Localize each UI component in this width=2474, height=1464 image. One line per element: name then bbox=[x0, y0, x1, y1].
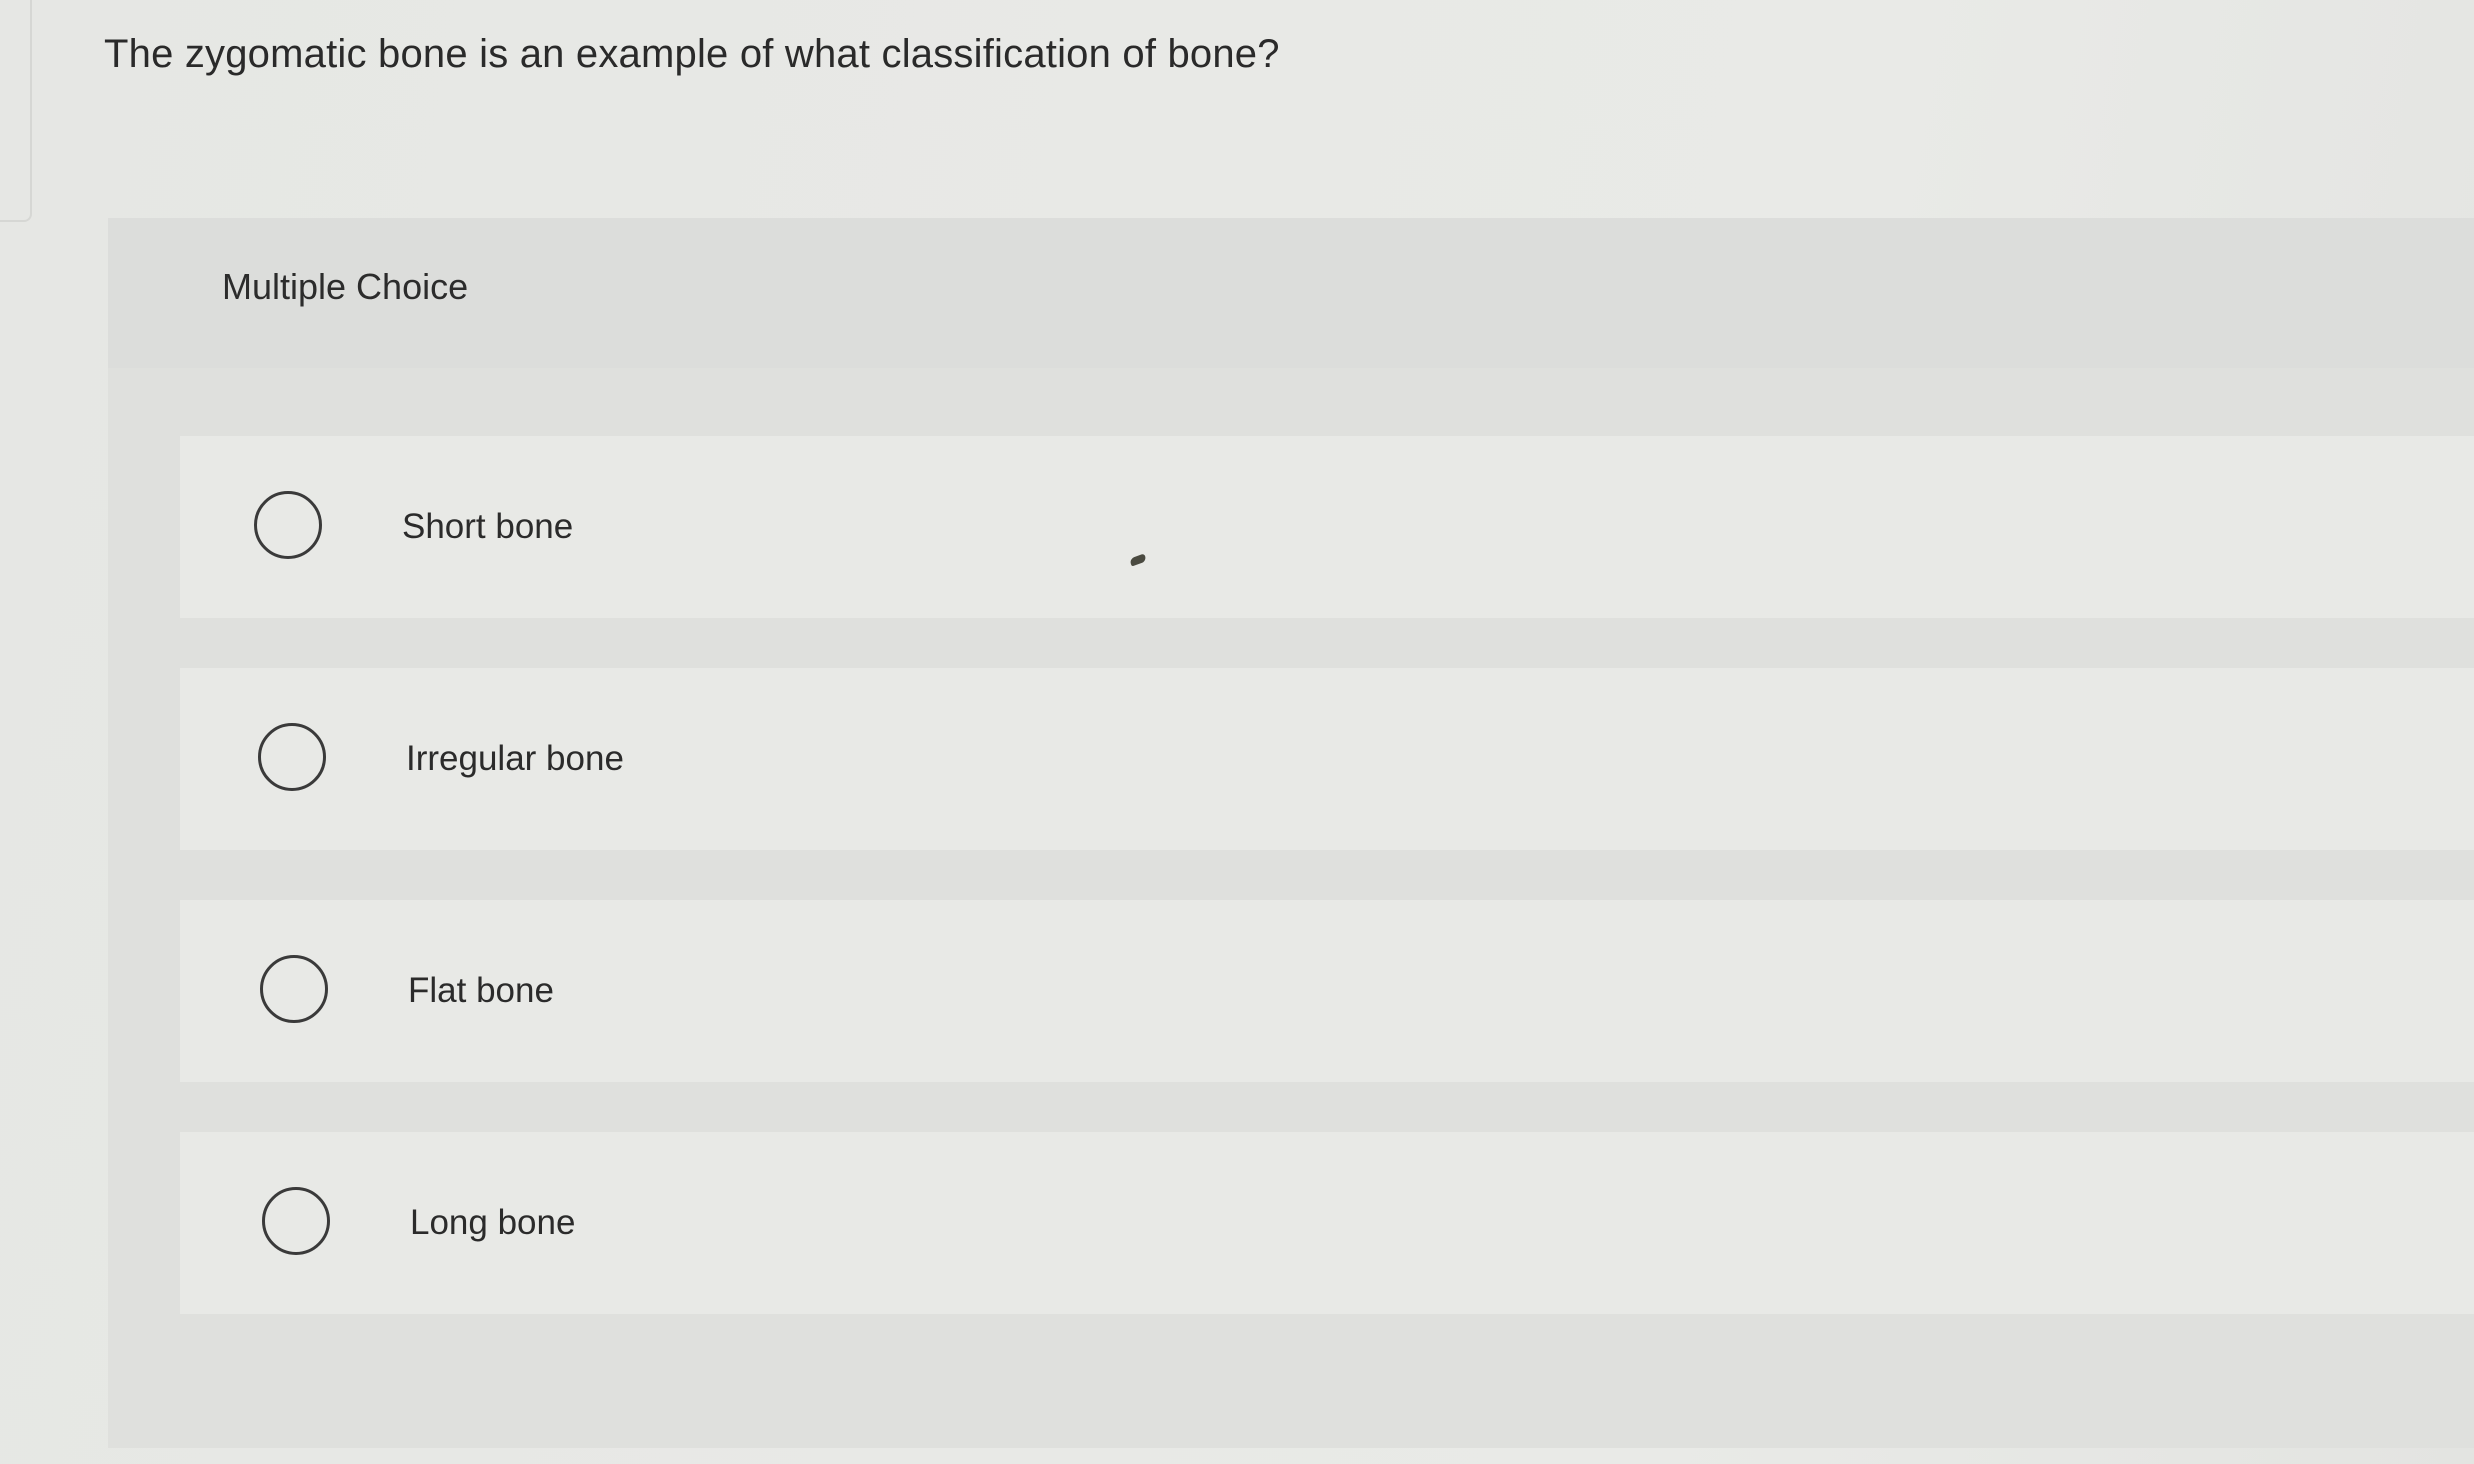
radio-button[interactable] bbox=[260, 955, 328, 1023]
page: The zygomatic bone is an example of what… bbox=[0, 0, 2474, 1464]
answer-option-irregular-bone[interactable]: Irregular bone bbox=[180, 668, 2474, 850]
question-text: The zygomatic bone is an example of what… bbox=[104, 32, 1280, 76]
answer-option-short-bone[interactable]: Short bone bbox=[180, 436, 2474, 618]
left-panel-edge bbox=[0, 0, 32, 222]
radio-button[interactable] bbox=[254, 491, 322, 559]
option-label: Long bone bbox=[410, 1203, 576, 1242]
multiple-choice-header: Multiple Choice bbox=[108, 218, 2474, 368]
option-label: Short bone bbox=[402, 507, 574, 546]
radio-button[interactable] bbox=[262, 1187, 330, 1255]
radio-button[interactable] bbox=[258, 723, 326, 791]
multiple-choice-label: Multiple Choice bbox=[222, 266, 469, 307]
answer-option-long-bone[interactable]: Long bone bbox=[180, 1132, 2474, 1314]
answer-options: Short bone Irregular bone Flat bone Long… bbox=[180, 436, 2474, 1364]
answer-option-flat-bone[interactable]: Flat bone bbox=[180, 900, 2474, 1082]
option-label: Flat bone bbox=[408, 971, 554, 1010]
multiple-choice-panel: Multiple Choice Short bone Irregular bon… bbox=[108, 218, 2474, 1448]
option-label: Irregular bone bbox=[406, 739, 624, 778]
